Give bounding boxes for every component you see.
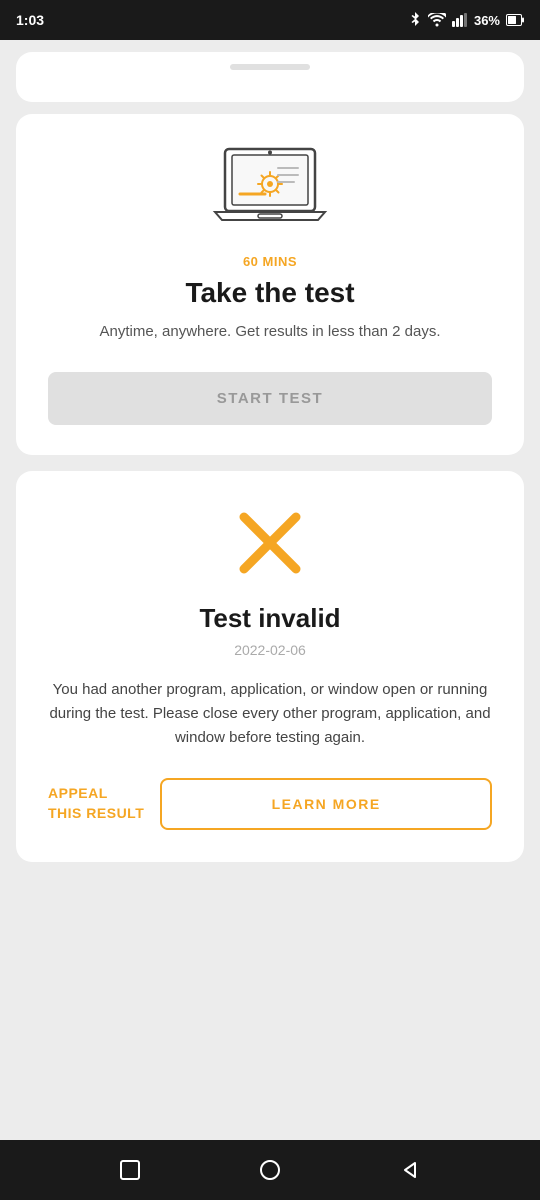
action-row: APPEALTHIS RESULT LEARN MORE — [48, 778, 492, 830]
card1-description: Anytime, anywhere. Get results in less t… — [100, 321, 441, 344]
invalid-date: 2022-02-06 — [234, 642, 306, 658]
x-mark-icon — [234, 507, 306, 579]
take-test-card: 60 MINS Take the test Anytime, anywhere.… — [16, 114, 524, 455]
card1-title: Take the test — [185, 277, 354, 309]
bluetooth-icon — [408, 12, 422, 28]
status-icons: 36% — [408, 12, 524, 28]
circle-icon — [259, 1159, 281, 1181]
invalid-title: Test invalid — [199, 603, 340, 634]
bottom-nav-bar — [0, 1140, 540, 1200]
nav-back-button[interactable] — [396, 1156, 424, 1184]
learn-more-button[interactable]: LEARN MORE — [160, 778, 492, 830]
invalid-description: You had another program, application, or… — [48, 678, 492, 750]
appeal-button[interactable]: APPEALTHIS RESULT — [48, 784, 144, 823]
laptop-icon — [210, 144, 330, 234]
wifi-icon — [428, 13, 446, 27]
partial-card-top — [16, 52, 524, 102]
main-content: 60 MINS Take the test Anytime, anywhere.… — [0, 40, 540, 1140]
nav-home-button[interactable] — [256, 1156, 284, 1184]
square-icon — [119, 1159, 141, 1181]
triangle-icon — [399, 1159, 421, 1181]
status-time: 1:03 — [16, 12, 44, 28]
partial-card-indicator — [230, 64, 310, 70]
nav-square-button[interactable] — [116, 1156, 144, 1184]
signal-icon — [452, 13, 468, 27]
battery-icon — [506, 14, 524, 26]
status-bar: 1:03 36% — [0, 0, 540, 40]
start-test-button[interactable]: START TEST — [48, 372, 492, 425]
duration-label: 60 MINS — [243, 254, 297, 269]
battery-text: 36% — [474, 13, 500, 28]
test-invalid-card: Test invalid 2022-02-06 You had another … — [16, 471, 524, 862]
